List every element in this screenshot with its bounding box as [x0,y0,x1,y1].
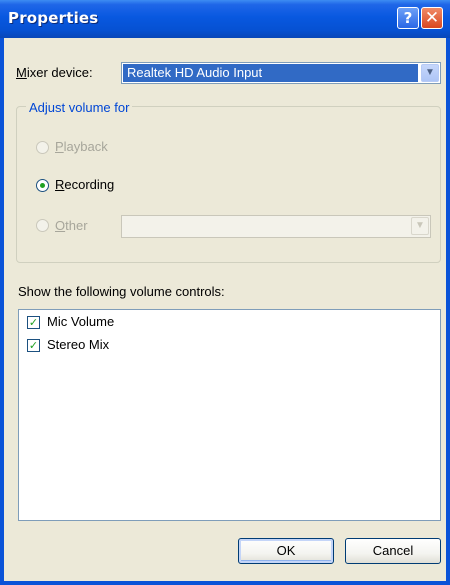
close-icon: ✕ [424,8,440,28]
title-bar[interactable]: Properties ? ✕ [0,0,450,38]
help-icon: ? [403,9,413,27]
stereo-mix-label: Stereo Mix [47,337,110,352]
mixer-device-value: Realtek HD Audio Input [123,64,418,82]
recording-rest: ecording [64,177,115,192]
mic-volume-label: Mic Volume [47,314,115,329]
close-button[interactable]: ✕ [421,7,443,29]
volume-controls-list[interactable]: ✓ Mic Volume ✓ Stereo Mix [18,309,441,521]
cancel-button[interactable]: Cancel [345,538,441,564]
recording-radio[interactable] [36,179,49,192]
other-accel: O [55,218,66,233]
other-radio[interactable] [36,219,49,232]
other-rest: ther [65,218,88,233]
help-button[interactable]: ? [397,7,419,29]
checkmark-icon: ✓ [28,316,39,329]
properties-dialog: Properties ? ✕ Mixer device: Realtek HD … [0,0,450,585]
mixer-device-label-rest: ixer device: [26,65,93,80]
other-dropdown-button[interactable]: ▼ [411,217,429,235]
adjust-volume-legend: Adjust volume for [26,100,133,115]
dialog-body: Mixer device: Realtek HD Audio Input ▼ A… [4,38,446,581]
playback-radio-label: Playback [55,139,108,154]
mic-volume-checkbox[interactable]: ✓ [27,316,40,329]
window-title: Properties [8,9,99,27]
volume-controls-label: Show the following volume controls: [18,284,225,299]
playback-accel: P [55,139,64,154]
mixer-device-select[interactable]: Realtek HD Audio Input ▼ [121,62,441,84]
other-radio-label: Other [55,218,88,233]
other-device-select[interactable]: ▼ [121,215,431,238]
playback-rest: layback [63,139,108,154]
ok-button[interactable]: OK [238,538,334,564]
stereo-mix-checkbox[interactable]: ✓ [27,339,40,352]
chevron-down-icon: ▼ [415,220,425,231]
playback-radio[interactable] [36,141,49,154]
mixer-device-label-accel: M [16,65,27,80]
chevron-down-icon: ▼ [425,67,435,78]
mixer-dropdown-button[interactable]: ▼ [421,64,439,82]
recording-accel: R [55,177,65,192]
checkmark-icon: ✓ [28,339,39,352]
mixer-device-label: Mixer device: [16,65,93,80]
recording-radio-label[interactable]: Recording [55,177,114,192]
